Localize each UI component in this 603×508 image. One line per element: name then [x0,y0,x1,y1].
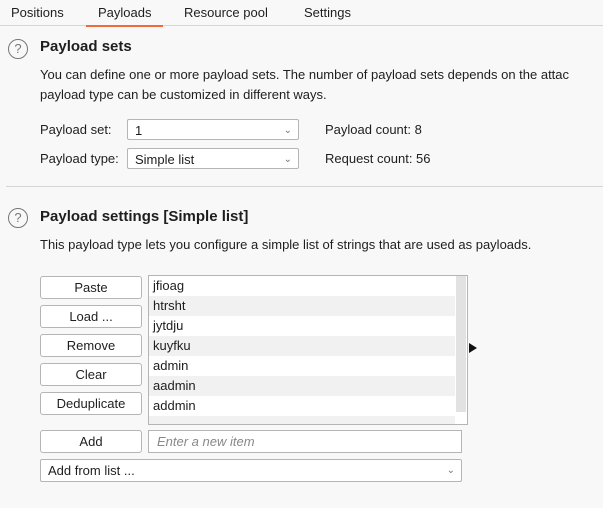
payload-type-select[interactable]: Simple list ⌄ [127,148,299,169]
list-item[interactable]: aadmin [149,376,455,396]
payload-type-value: Simple list [135,152,195,167]
payload-list[interactable]: jfioag htrsht jytdju kuyfku admin aadmin… [148,275,468,425]
add-button[interactable]: Add [40,430,142,453]
payload-set-label: Payload set: [40,122,112,137]
list-item[interactable]: jfioag [149,276,455,296]
payload-sets-description: You can define one or more payload sets.… [40,67,570,82]
payload-set-value: 1 [135,123,143,138]
payload-set-select[interactable]: 1 ⌄ [127,119,299,140]
payload-settings-description: This payload type lets you configure a s… [40,237,532,252]
tab-payloads[interactable]: Payloads [85,5,165,27]
list-item[interactable]: admin [149,356,455,376]
payload-sets-description-2: payload type can be customized in differ… [40,87,327,102]
list-item[interactable]: kuyfku [149,336,455,356]
paste-button[interactable]: Paste [40,276,142,299]
divider [6,186,603,187]
tab-positions[interactable]: Positions [11,5,64,20]
payload-rows: jfioag htrsht jytdju kuyfku admin aadmin… [149,276,467,424]
chevron-down-icon: ⌄ [283,125,292,136]
list-item[interactable]: jytdju [149,316,455,336]
expand-arrow-icon[interactable] [469,343,477,353]
chevron-down-icon: ⌄ [446,465,455,476]
deduplicate-button[interactable]: Deduplicate [40,392,142,415]
help-icon[interactable]: ? [8,39,28,59]
new-item-input[interactable]: Enter a new item [148,430,462,453]
tab-resource-pool[interactable]: Resource pool [184,5,268,20]
payload-settings-title: Payload settings [Simple list] [40,208,249,225]
tab-bar: Positions Payloads Resource pool Setting… [0,0,603,27]
clear-button[interactable]: Clear [40,363,142,386]
add-from-list-select[interactable]: Add from list ... ⌄ [40,459,462,482]
chevron-down-icon: ⌄ [283,154,292,165]
list-item[interactable] [149,416,455,424]
help-icon[interactable]: ? [8,208,28,228]
load-button[interactable]: Load ... [40,305,142,328]
payload-count: Payload count: 8 [325,122,422,137]
list-item[interactable]: addmin [149,396,455,416]
payload-type-label: Payload type: [40,151,119,166]
scrollbar[interactable] [456,276,466,412]
tab-settings[interactable]: Settings [304,5,351,20]
request-count: Request count: 56 [325,151,431,166]
remove-button[interactable]: Remove [40,334,142,357]
list-item[interactable]: htrsht [149,296,455,316]
payload-sets-title: Payload sets [40,38,132,55]
add-from-list-label: Add from list ... [48,463,135,478]
